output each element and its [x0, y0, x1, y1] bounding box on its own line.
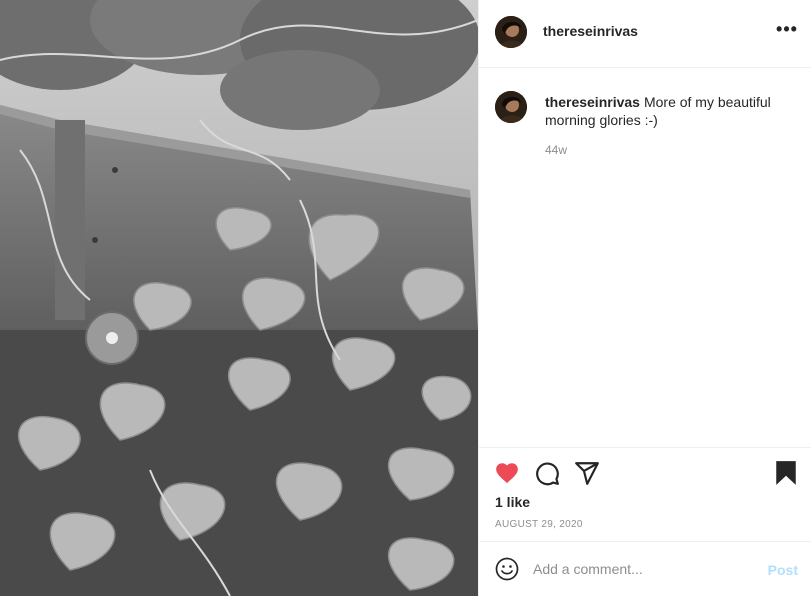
post-date[interactable]: AUGUST 29, 2020: [495, 519, 583, 530]
bookmark-filled-icon: [776, 461, 796, 485]
header-username[interactable]: thereseinrivas: [543, 23, 638, 39]
share-button[interactable]: [574, 460, 600, 486]
like-button[interactable]: [494, 460, 520, 486]
post-actions: [479, 447, 811, 495]
caption-time-ago[interactable]: 44w: [545, 143, 567, 157]
avatar[interactable]: [495, 16, 527, 48]
add-comment-bar: Post: [479, 541, 811, 596]
heart-filled-icon: [496, 463, 518, 484]
post-header: thereseinrivas •••: [479, 0, 811, 68]
post-photo[interactable]: [0, 0, 478, 596]
caption-username[interactable]: thereseinrivas: [545, 94, 640, 110]
morning-glory-photo: [0, 0, 478, 596]
likes-count[interactable]: 1 like: [495, 494, 530, 510]
save-button[interactable]: [773, 460, 799, 486]
smiley-icon: [495, 557, 519, 581]
more-options-button[interactable]: •••: [776, 19, 798, 44]
more-horizontal-icon: •••: [776, 19, 798, 39]
post-side-panel: thereseinrivas ••• thereseinrivas More of…: [478, 0, 811, 596]
comment-input[interactable]: [533, 558, 753, 580]
avatar[interactable]: [495, 91, 527, 123]
comment-icon: [536, 462, 559, 486]
post-caption: thereseinrivas More of my beautiful morni…: [545, 93, 795, 129]
emoji-button[interactable]: [495, 557, 519, 581]
post-comment-button[interactable]: Post: [768, 562, 798, 578]
comment-button[interactable]: [534, 460, 560, 486]
share-icon: [575, 462, 599, 485]
